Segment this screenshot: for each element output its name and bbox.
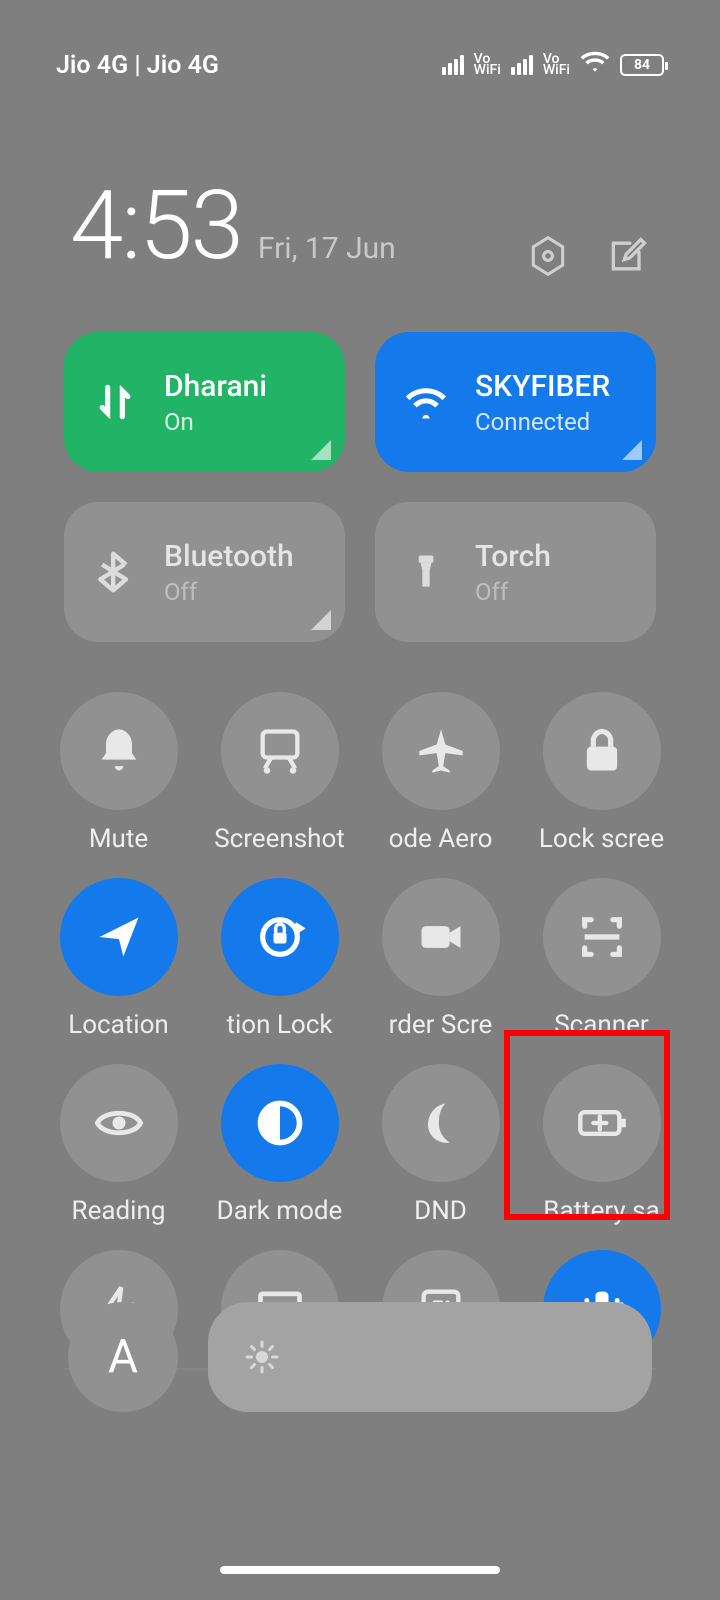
round-tiles-grid: Mute Screenshot ode Aero Lock scree Loca… <box>0 662 720 1368</box>
wide-tiles-grid: Dharani On SKYFIBER Connected Bluetooth … <box>0 312 720 662</box>
vowifi-icon-2: VoWiFi <box>543 54 570 76</box>
moon-icon <box>415 1097 467 1149</box>
camera-icon <box>415 911 467 963</box>
wifi-icon <box>399 380 453 424</box>
clock-row: 4:53 Fri, 17 Jun <box>0 130 720 312</box>
expand-corner-icon <box>311 610 331 630</box>
tile-title: SKYFIBER <box>475 369 610 404</box>
expand-corner-icon <box>622 440 642 460</box>
sun-icon <box>244 1339 280 1375</box>
location-icon <box>93 911 145 963</box>
tile-label: DND <box>414 1196 467 1226</box>
screenshot-icon <box>254 725 306 777</box>
data-icon <box>88 380 142 424</box>
wifi-tile[interactable]: SKYFIBER Connected <box>375 332 656 472</box>
status-bar: Jio 4G | Jio 4G VoWiFi VoWiFi 84 <box>0 0 720 130</box>
signal-icon <box>442 55 464 75</box>
tile-sub: Connected <box>475 408 610 436</box>
rotation-lock-icon <box>254 911 306 963</box>
bell-icon <box>93 725 145 777</box>
screenshot-toggle[interactable] <box>221 692 339 810</box>
reading-mode-toggle[interactable] <box>60 1064 178 1182</box>
eye-icon <box>93 1097 145 1149</box>
tile-label: Battery sa <box>543 1196 660 1226</box>
tile-title: Dharani <box>164 369 267 404</box>
home-indicator[interactable] <box>220 1566 500 1574</box>
lockscreen-toggle[interactable] <box>543 692 661 810</box>
bluetooth-icon <box>88 550 142 594</box>
tile-label: tion Lock <box>226 1010 332 1040</box>
battery-saver-toggle[interactable] <box>543 1064 661 1182</box>
torch-tile[interactable]: Torch Off <box>375 502 656 642</box>
location-toggle[interactable] <box>60 878 178 996</box>
scanner-toggle[interactable] <box>543 878 661 996</box>
lock-icon <box>576 725 628 777</box>
clock-time: 4:53 <box>70 170 242 282</box>
tile-sub: On <box>164 408 267 436</box>
tile-title: Torch <box>475 539 551 574</box>
settings-gear-icon[interactable] <box>526 234 570 282</box>
tile-label: Screenshot <box>214 824 345 854</box>
brightness-row: A <box>0 1282 720 1432</box>
clock-date: Fri, 17 Jun <box>258 231 396 266</box>
bluetooth-tile[interactable]: Bluetooth Off <box>64 502 345 642</box>
auto-brightness-button[interactable]: A <box>68 1302 178 1412</box>
torch-icon <box>399 550 453 594</box>
tile-sub: Off <box>164 578 294 606</box>
mobile-data-tile[interactable]: Dharani On <box>64 332 345 472</box>
expand-corner-icon <box>311 440 331 460</box>
tile-label: Location <box>68 1010 169 1040</box>
tile-label: Lock scree <box>539 824 664 854</box>
dark-mode-icon <box>254 1097 306 1149</box>
tile-title: Bluetooth <box>164 539 294 574</box>
status-icons: VoWiFi VoWiFi 84 <box>442 50 664 81</box>
battery-icon: 84 <box>620 54 664 76</box>
airplane-icon <box>415 725 467 777</box>
carrier-text: Jio 4G | Jio 4G <box>56 51 219 80</box>
tile-label: Reading <box>72 1196 166 1226</box>
rotation-lock-toggle[interactable] <box>221 878 339 996</box>
aeroplane-toggle[interactable] <box>382 692 500 810</box>
tile-label: Scanner <box>554 1010 649 1040</box>
vowifi-icon: VoWiFi <box>474 54 501 76</box>
brightness-slider[interactable] <box>208 1302 652 1412</box>
edit-icon[interactable] <box>606 234 650 282</box>
tile-label: rder Scre <box>389 1010 493 1040</box>
battery-plus-icon <box>576 1097 628 1149</box>
tile-label: Mute <box>89 824 148 854</box>
signal-icon-2 <box>511 55 533 75</box>
scanner-icon <box>576 911 628 963</box>
wifi-icon <box>580 50 610 81</box>
tile-sub: Off <box>475 578 551 606</box>
screenrecord-toggle[interactable] <box>382 878 500 996</box>
dark-mode-toggle[interactable] <box>221 1064 339 1182</box>
tile-label: Dark mode <box>217 1196 343 1226</box>
tile-label: ode Aero <box>389 824 493 854</box>
dnd-toggle[interactable] <box>382 1064 500 1182</box>
mute-toggle[interactable] <box>60 692 178 810</box>
